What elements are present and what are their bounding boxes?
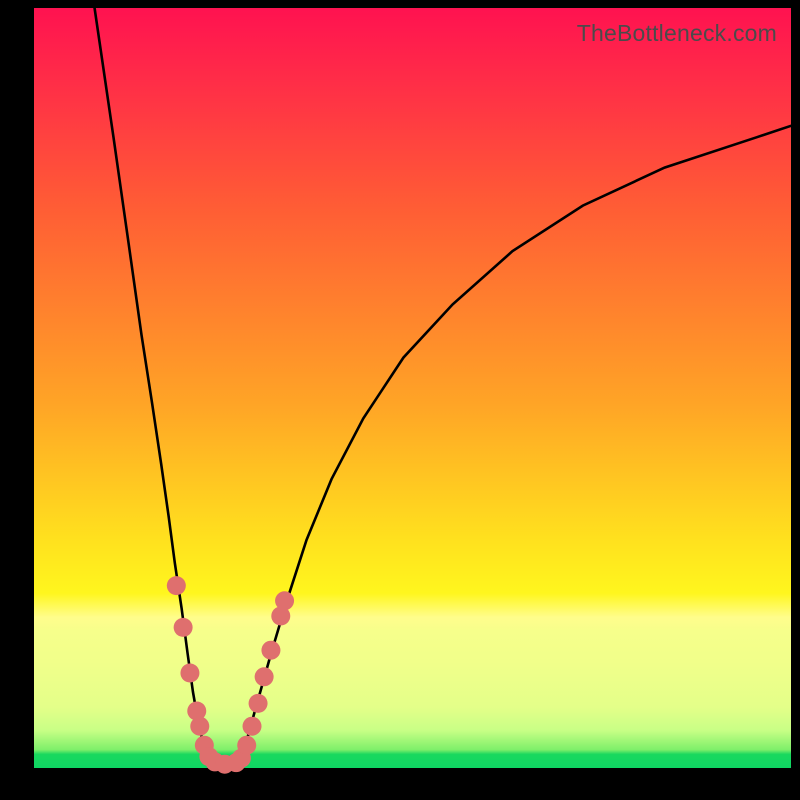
sample-dot bbox=[190, 717, 209, 736]
sample-dot bbox=[167, 576, 186, 595]
plot-area: TheBottleneck.com bbox=[34, 8, 791, 768]
sample-dot bbox=[261, 641, 280, 660]
sample-dot bbox=[180, 664, 199, 683]
sample-dot bbox=[237, 736, 256, 755]
sample-dot bbox=[243, 717, 262, 736]
chart-stage: TheBottleneck.com bbox=[0, 0, 800, 800]
curve-right bbox=[238, 126, 791, 764]
sample-dot bbox=[249, 694, 268, 713]
sample-dot bbox=[174, 618, 193, 637]
sample-dots bbox=[167, 576, 294, 774]
sample-dot bbox=[255, 667, 274, 686]
chart-overlay bbox=[34, 8, 791, 768]
curve-left bbox=[95, 8, 209, 764]
sample-dot bbox=[275, 591, 294, 610]
